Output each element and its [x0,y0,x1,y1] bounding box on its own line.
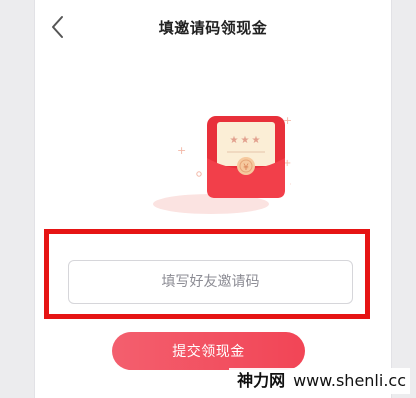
watermark-url: www.shenli.cc [293,371,406,390]
red-envelope-illustration: + + + ★★★ ¥ [141,108,298,216]
svg-text:+: + [177,144,186,157]
submit-claim-button[interactable]: 提交领现金 [112,332,305,370]
invite-code-input[interactable] [68,260,353,304]
envelope-stars: ★★★ [230,135,263,146]
site-watermark: 神力网 www.shenli.cc [229,368,410,394]
coin-symbol: ¥ [243,163,249,173]
red-envelope-icon: + + + ★★★ ¥ [153,114,298,214]
page-title: 填邀请码领现金 [158,19,268,37]
nav-bar: 填邀请码领现金 [35,0,391,56]
watermark-site-name: 神力网 [237,371,286,390]
screen: 填邀请码领现金 + + + ★★★ ¥ 填写好友邀请码 提交领现金 神力网 ww… [0,0,416,398]
